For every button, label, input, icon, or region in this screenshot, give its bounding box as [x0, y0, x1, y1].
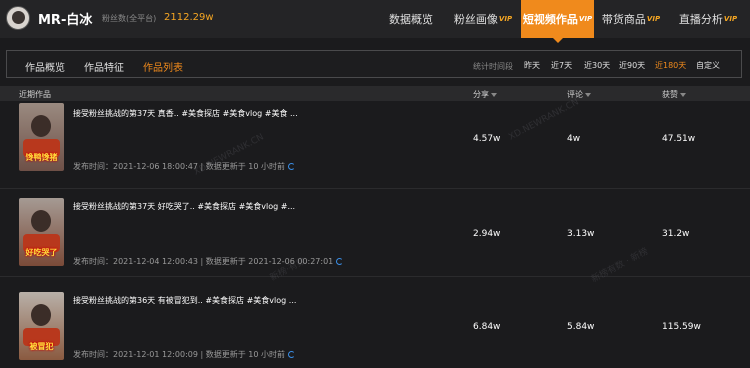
share-count: 4.57w	[473, 134, 501, 144]
thumbnail-person-icon	[31, 304, 51, 326]
column-label: 近期作品	[19, 90, 51, 99]
sort-caret-icon	[585, 92, 591, 97]
range-30-days[interactable]: 近30天	[584, 60, 610, 71]
time-range-label: 统计时间段	[473, 62, 513, 71]
range-custom[interactable]: 自定义	[696, 60, 720, 71]
video-title[interactable]: 接受粉丝挑战的第37天 真香.. #美食探店 #美食vlog #美食 ...	[73, 108, 298, 119]
thumbnail-caption: 被冒犯	[29, 342, 54, 351]
video-thumbnail[interactable]: 被冒犯	[19, 292, 64, 360]
like-count: 47.51w	[662, 134, 696, 144]
table-row[interactable]: 被冒犯 接受粉丝挑战的第36天 有被冒犯到.. #美食探店 #美食vlog ..…	[0, 277, 750, 368]
nav-tab-fan-profile[interactable]: 粉丝画像 VIP	[450, 0, 516, 38]
comment-count: 3.13w	[567, 229, 595, 239]
video-meta: 发布时间：2021-12-04 12:00:43 | 数据更新于 2021-12…	[73, 256, 344, 267]
subtab-works-overview[interactable]: 作品概览	[25, 59, 65, 74]
refresh-icon[interactable]	[288, 163, 296, 170]
active-tab-caret-icon	[553, 38, 563, 43]
comment-count: 4w	[567, 134, 581, 144]
column-label: 评论	[567, 90, 583, 99]
thumbnail-caption: 好吃哭了	[25, 248, 58, 257]
fans-count-value: 2112.29w	[164, 12, 214, 23]
like-count: 31.2w	[662, 229, 690, 239]
table-row[interactable]: 馋鸭馋猪 接受粉丝挑战的第37天 真香.. #美食探店 #美食vlog #美食 …	[0, 101, 750, 189]
comment-count: 5.84w	[567, 322, 595, 332]
thumbnail-person-icon	[31, 115, 51, 137]
range-7-days[interactable]: 近7天	[551, 60, 572, 71]
refresh-icon[interactable]	[288, 351, 296, 358]
avatar[interactable]	[6, 6, 30, 30]
video-thumbnail[interactable]: 好吃哭了	[19, 198, 64, 266]
fans-count-label: 粉丝数(全平台)	[102, 14, 157, 23]
video-title[interactable]: 接受粉丝挑战的第37天 好吃哭了.. #美食探店 #美食vlog #...	[73, 201, 295, 212]
nav-tab-live-analysis[interactable]: 直播分析 VIP	[672, 0, 744, 38]
vip-badge: VIP	[498, 15, 513, 23]
nav-label: 短视频作品	[522, 13, 578, 26]
nav-tab-short-videos[interactable]: 短视频作品 VIP	[521, 0, 594, 38]
column-label: 分享	[473, 90, 489, 99]
column-comments-sort[interactable]: 评论	[567, 89, 591, 100]
subtab-works-list[interactable]: 作品列表	[143, 59, 183, 74]
range-yesterday[interactable]: 昨天	[524, 60, 540, 71]
share-count: 6.84w	[473, 322, 501, 332]
publish-and-update-time: 发布时间：2021-12-04 12:00:43 | 数据更新于 2021-12…	[73, 257, 334, 266]
column-likes-sort[interactable]: 获赞	[662, 89, 686, 100]
subtab-works-features[interactable]: 作品特征	[84, 59, 124, 74]
vip-badge: VIP	[578, 15, 593, 23]
video-meta: 发布时间：2021-12-01 12:00:09 | 数据更新于 10 小时前	[73, 349, 296, 360]
thumbnail-caption: 馋鸭馋猪	[25, 153, 58, 162]
video-title[interactable]: 接受粉丝挑战的第36天 有被冒犯到.. #美食探店 #美食vlog ...	[73, 295, 296, 306]
nav-label: 数据概览	[389, 13, 433, 26]
thumbnail-person-icon	[31, 210, 51, 232]
column-recent-works: 近期作品	[19, 89, 51, 100]
range-180-days[interactable]: 近180天	[655, 60, 686, 71]
nav-label: 直播分析	[678, 13, 723, 26]
sort-caret-icon	[491, 92, 497, 97]
nav-tab-data-overview[interactable]: 数据概览	[382, 0, 440, 38]
nav-label: 粉丝画像	[453, 13, 498, 26]
publish-and-update-time: 发布时间：2021-12-06 18:00:47 | 数据更新于 10 小时前	[73, 162, 286, 171]
nav-label: 带货商品	[601, 13, 646, 26]
table-row[interactable]: 好吃哭了 接受粉丝挑战的第37天 好吃哭了.. #美食探店 #美食vlog #.…	[0, 189, 750, 277]
sort-caret-icon	[680, 92, 686, 97]
vip-badge: VIP	[723, 15, 738, 23]
sub-tab-panel: 作品概览 作品特征 作品列表 统计时间段 昨天 近7天 近30天 近90天 近1…	[6, 50, 742, 78]
refresh-icon[interactable]	[336, 258, 344, 265]
share-count: 2.94w	[473, 229, 501, 239]
top-bar: MR-白冰 粉丝数(全平台) 2112.29w 数据概览 粉丝画像 VIP 短视…	[0, 0, 750, 38]
range-90-days[interactable]: 近90天	[619, 60, 645, 71]
column-label: 获赞	[662, 90, 678, 99]
app-root: MR-白冰 粉丝数(全平台) 2112.29w 数据概览 粉丝画像 VIP 短视…	[0, 0, 750, 368]
publish-and-update-time: 发布时间：2021-12-01 12:00:09 | 数据更新于 10 小时前	[73, 350, 286, 359]
like-count: 115.59w	[662, 322, 701, 332]
nav-tab-products[interactable]: 带货商品 VIP	[598, 0, 664, 38]
column-shares-sort[interactable]: 分享	[473, 89, 497, 100]
video-thumbnail[interactable]: 馋鸭馋猪	[19, 103, 64, 171]
vip-badge: VIP	[646, 15, 661, 23]
video-meta: 发布时间：2021-12-06 18:00:47 | 数据更新于 10 小时前	[73, 161, 296, 172]
table-header: 近期作品 分享 评论 获赞	[0, 86, 750, 101]
account-name: MR-白冰	[38, 13, 93, 28]
